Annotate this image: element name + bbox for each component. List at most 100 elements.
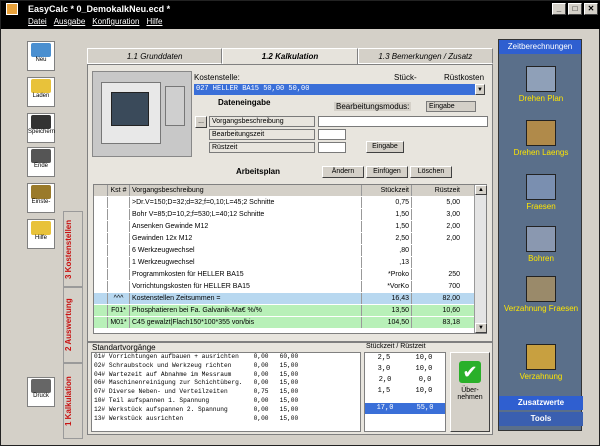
standard-list[interactable]: 01# Vorrichtungen aufbauen + ausrichten … — [91, 352, 361, 432]
list-item[interactable]: 06# Maschinenreinigung zur Schichtüberg.… — [94, 379, 360, 388]
sz-row[interactable]: 17,0 55,0 — [365, 403, 445, 414]
kostenstelle-dropdown[interactable]: ▼ — [475, 84, 485, 95]
cell-sel — [94, 281, 108, 292]
sz-row[interactable]: 2,5 10,0 — [365, 353, 445, 364]
table-scrollbar[interactable]: ▲ ▼ — [474, 185, 487, 333]
eingabe-button[interactable]: Eingabe — [366, 141, 404, 153]
toolbar-label: Speichern — [28, 129, 56, 135]
calc-item-label: Fraesen — [526, 202, 556, 211]
tab-auswertung[interactable]: 2 Auswertung — [63, 287, 83, 363]
cell-ruestzeit: 2,00 — [446, 235, 460, 242]
laden-button[interactable]: Laden — [27, 77, 55, 107]
sz-list[interactable]: 2,5 10,0 3,0 10,0 2,0 0,0 1,5 10,0 17,0 55,0 — [364, 352, 446, 432]
ruestzeit-input[interactable] — [318, 142, 346, 153]
maximize-button[interactable]: □ — [568, 3, 582, 15]
list-item[interactable]: 07# Diverse Neben- und Verteilzeiten 0,7… — [94, 388, 360, 397]
minimize-button[interactable]: _ — [552, 3, 566, 15]
cell-stueckzeit: 1,50 — [362, 209, 412, 220]
scroll-up-icon[interactable]: ▲ — [475, 185, 487, 195]
sz-ruestzeit: 10,0 — [415, 354, 433, 362]
kostenstelle-select[interactable]: 027 HELLER BA15 50,00 50,00 — [194, 84, 484, 95]
tab-kalkulation-detail[interactable]: 1.2 Kalkulation — [222, 48, 358, 65]
table-row[interactable]: 1 Werkzeugwechsel ,13 — [94, 257, 474, 268]
tab-bemerkungen[interactable]: 1.3 Bemerkungen / Zusatz — [357, 48, 493, 64]
menu-hilfe[interactable]: Hilfe — [146, 17, 162, 29]
sz-stueckzeit: 1,5 — [377, 387, 391, 395]
list-item[interactable]: 10# Teil aufspannen 1. Spannung 0,00 15,… — [94, 397, 360, 406]
aendern-button[interactable]: Ändern — [322, 166, 364, 178]
list-item[interactable]: 02# Schraubstock und Werkzeug richten 0,… — [94, 362, 360, 371]
table-row[interactable]: Gewinden 12x M12 2,50 2,00 — [94, 233, 474, 244]
menu-datei[interactable]: Datei — [28, 17, 47, 29]
ruest-label: Rüstkosten — [444, 73, 485, 82]
table-row[interactable]: Bohr V=85;D=10,2;f=530;L=40;12 Schnitte 1… — [94, 209, 474, 220]
ende-button[interactable]: Ende — [27, 147, 55, 177]
list-item[interactable]: 13# Werkstück ausrichten 0,00 15,00 — [94, 415, 360, 424]
list-item[interactable]: 04# Wartezeit auf Abnahme im Messraum 0,… — [94, 371, 360, 380]
table-row[interactable]: Ansenken Gewinde M12 1,50 2,00 — [94, 221, 474, 232]
table-row[interactable]: Vorrichtungskosten für HELLER BA15 *VorKo… — [94, 281, 474, 292]
cell-ruestzeit: 82,00 — [442, 295, 460, 302]
cell-kst: F01* — [108, 305, 130, 316]
menu-ausgabe[interactable]: Ausgabe — [54, 17, 86, 29]
sz-row[interactable]: 3,0 10,0 — [365, 364, 445, 375]
druck-button[interactable]: Druck — [27, 377, 55, 407]
speichern-button[interactable]: Speichern — [27, 113, 55, 143]
vorgang-input[interactable] — [318, 116, 488, 127]
sz-row[interactable]: 2,0 0,0 — [365, 375, 445, 386]
calc-item-verzahnung-fraesen[interactable]: Verzahnung Fraesen — [503, 276, 579, 313]
zusatzwerte-button[interactable]: Zusatzwerte — [499, 396, 583, 410]
uebernehmen-button[interactable]: ✔ Über-nehmen — [450, 352, 490, 432]
tool-icon — [526, 276, 556, 302]
close-button[interactable]: ✕ — [584, 3, 598, 15]
cell-stueckzeit: ,80 — [362, 245, 412, 256]
einfuegen-button[interactable]: Einfügen — [366, 166, 408, 178]
calc-item-drehen-plan[interactable]: Drehen Plan — [503, 66, 579, 103]
hilfe-button[interactable]: Hilfe — [27, 219, 55, 249]
table-row[interactable]: F01* Phosphatieren bei Fa. Galvanik-Ma€ %… — [94, 305, 474, 316]
tab-kalkulation[interactable]: 1 Kalkulation — [63, 363, 83, 439]
sz-row[interactable]: 1,5 10,0 — [365, 386, 445, 397]
table-row[interactable]: Programmkosten für HELLER BA15 *Proko 250 — [94, 269, 474, 280]
new-icon — [31, 43, 51, 57]
bearbeitungszeit-input[interactable] — [318, 129, 346, 140]
cell-kst — [108, 281, 130, 292]
tools-button[interactable]: Tools — [499, 412, 583, 426]
cell-sel — [94, 197, 108, 208]
neu-button[interactable]: Neu — [27, 41, 55, 71]
header-desc: Vorgangsbeschreibung — [130, 185, 362, 196]
table-row[interactable]: >Dr.V=150;D=32;d=32;f=0,10;L=45;2 Schnit… — [94, 197, 474, 208]
sz-header: Stückzeit / Rüstzeit — [366, 343, 426, 350]
tool-icon — [526, 344, 556, 370]
cell-stueckzeit: *Proko — [362, 269, 412, 280]
tab-kostenstellen[interactable]: 3 Kostenstellen — [63, 211, 83, 287]
window-title: EasyCalc * 0_DemokalkNeu.ecd * — [28, 4, 171, 14]
calc-item-label: Bohren — [528, 254, 554, 263]
sz-stueckzeit: 17,0 — [376, 404, 394, 412]
browse-button[interactable]: ... — [195, 116, 207, 128]
calc-item-bohren[interactable]: Bohren — [503, 226, 579, 263]
calc-item-label: Drehen Plan — [518, 94, 564, 103]
cell-desc: C45 gewalzt|Flach150*100*355 von/bis — [130, 317, 362, 328]
list-item[interactable]: 12# Werkstück aufspannen 2. Spannung 0,0… — [94, 406, 360, 415]
menu-konfiguration[interactable]: Konfiguration — [92, 17, 139, 29]
uebernehmen-label: Über-nehmen — [457, 387, 483, 401]
vertical-tabs: 3 Kostenstellen 2 Auswertung 1 Kalkulati… — [63, 211, 83, 439]
tab-grunddaten[interactable]: 1.1 Grunddaten — [87, 48, 223, 64]
machine-image — [92, 71, 192, 157]
list-item[interactable]: 01# Vorrichtungen aufbauen + ausrichten … — [94, 353, 360, 362]
loeschen-button[interactable]: Löschen — [410, 166, 452, 178]
table-row[interactable]: M01* C45 gewalzt|Flach150*100*355 von/bis… — [94, 317, 474, 328]
folder-icon — [31, 79, 51, 93]
calc-item-drehen-laengs[interactable]: Drehen Laengs — [503, 120, 579, 157]
header-ruestzeit: Rüstzeit — [434, 187, 460, 194]
table-row[interactable]: 6 Werkzeugwechsel ,80 — [94, 245, 474, 256]
cell-desc: Phosphatieren bei Fa. Galvanik-Ma€ %/% — [130, 305, 362, 316]
einste-button[interactable]: Einste- — [27, 183, 55, 213]
toolbar-label: Laden — [32, 93, 50, 99]
toolbar-label: Einste- — [31, 199, 51, 205]
table-row[interactable]: ^^^ Kostenstellen Zeitsummen = 16,43 82,00 — [94, 293, 474, 304]
scroll-down-icon[interactable]: ▼ — [475, 323, 487, 333]
calc-item-verzahnung[interactable]: Verzahnung — [503, 344, 579, 381]
calc-item-fraesen[interactable]: Fraesen — [503, 174, 579, 211]
